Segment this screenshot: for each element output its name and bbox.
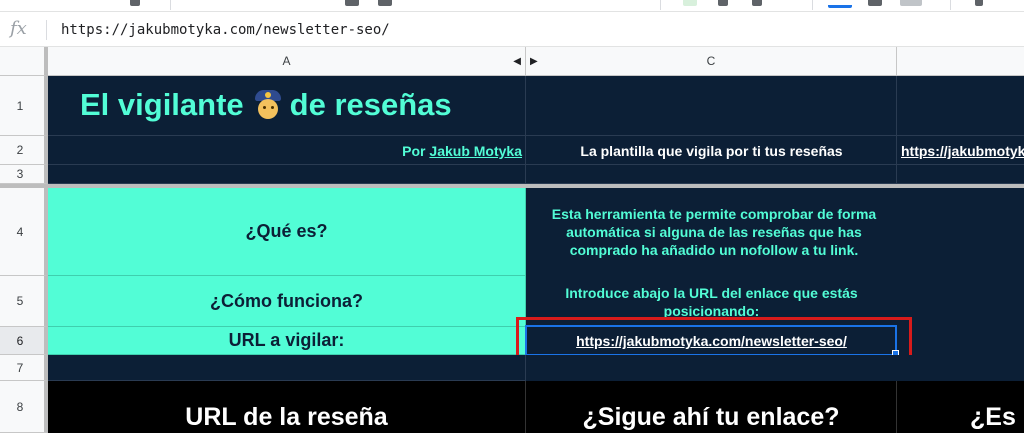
toolbar-icon[interactable] <box>752 0 762 6</box>
description-line: Introduce abajo la URL del enlace que es… <box>565 285 858 301</box>
row-header-1[interactable]: 1 <box>0 76 48 136</box>
column-header-d[interactable] <box>897 47 1024 76</box>
column-label-a: A <box>282 54 291 68</box>
toolbar-button-icon[interactable] <box>683 0 697 6</box>
row-header-3[interactable]: 3 <box>0 165 48 184</box>
toolbar <box>0 0 1024 12</box>
cell-c7[interactable] <box>526 355 897 381</box>
column-header-a[interactable]: A ◀ <box>48 47 526 76</box>
toolbar-icon[interactable] <box>868 0 882 6</box>
title-text-right: de reseñas <box>289 87 452 122</box>
toolbar-icon[interactable] <box>975 0 983 6</box>
sheet-title: El vigilante de reseñas <box>80 87 452 123</box>
undo-arrow-icon[interactable] <box>345 0 359 6</box>
cell-a4[interactable]: ¿Qué es? <box>48 188 526 276</box>
row-number: 3 <box>16 167 24 181</box>
cell-d6[interactable] <box>897 327 1024 355</box>
formula-input[interactable]: https://jakubmotyka.com/newsletter-seo/ <box>61 22 390 38</box>
police-officer-icon <box>252 90 284 120</box>
how-it-works-description: Introduce abajo la URL del enlace que es… <box>526 284 897 318</box>
row-number: 8 <box>16 399 24 414</box>
row2-link[interactable]: https://jakubmotyka.com/newsletter-seo/ <box>901 143 1024 159</box>
toolbar-icon[interactable] <box>718 0 728 6</box>
row-header-5[interactable]: 5 <box>0 276 48 327</box>
collapse-left-icon[interactable]: ◀ <box>513 47 521 76</box>
description-line: automática si alguna de las reseñas que … <box>566 224 862 240</box>
cell-d1[interactable] <box>897 76 1024 136</box>
row-number: 5 <box>16 294 24 308</box>
author-link[interactable]: Jakub Motyka <box>429 143 522 159</box>
row-number: 4 <box>16 224 24 239</box>
author-credit: Por Jakub Motyka <box>402 143 522 159</box>
row-header-8[interactable]: 8 <box>0 381 48 433</box>
description-line: Esta herramienta te permite comprobar de… <box>551 206 877 222</box>
url-to-watch-label: URL a vigilar: <box>228 330 345 350</box>
row2-link-clip: https://jakubmotyka.com/newsletter-seo/ <box>897 136 1024 165</box>
cell-c1[interactable] <box>526 76 897 136</box>
select-all-corner[interactable] <box>0 47 48 76</box>
title-text-left: El vigilante <box>80 87 244 122</box>
description-line: comprado ha añadido un nofollow a tu lin… <box>569 242 859 258</box>
what-is-label: ¿Qué es? <box>245 221 328 241</box>
cell-a5[interactable]: ¿Cómo funciona? <box>48 276 526 327</box>
link-still-there-header: ¿Sigue ahí tu enlace? <box>582 402 840 431</box>
redo-arrow-icon[interactable] <box>378 0 392 6</box>
borders-icon[interactable] <box>828 5 852 8</box>
author-prefix: Por <box>402 143 426 159</box>
row-header-7[interactable]: 7 <box>0 355 48 381</box>
row-number: 2 <box>16 143 24 157</box>
cell-d4[interactable] <box>897 188 1024 276</box>
description-line: posicionando: <box>663 303 760 318</box>
row-header-4[interactable]: 4 <box>0 188 48 276</box>
column-header-c[interactable]: ▶ C <box>526 47 897 76</box>
row-header-2[interactable]: 2 <box>0 136 48 165</box>
cell-c8[interactable]: ¿Sigue ahí tu enlace? <box>526 381 897 433</box>
cell-d3[interactable] <box>897 165 1024 184</box>
truncated-header: ¿Es <box>970 403 1016 431</box>
cell-a6[interactable]: URL a vigilar: <box>48 327 526 355</box>
toolbar-icon[interactable] <box>130 0 140 6</box>
row-number: 1 <box>16 98 24 113</box>
row-number: 6 <box>16 333 24 348</box>
cell-a3[interactable] <box>48 165 526 184</box>
tagline: La plantilla que vigila por ti tus reseñ… <box>580 142 843 159</box>
cell-d5[interactable] <box>897 276 1024 327</box>
row-number: 7 <box>16 360 24 375</box>
how-it-works-label: ¿Cómo funciona? <box>210 291 363 311</box>
cell-d7[interactable] <box>897 355 1024 381</box>
merge-cells-icon[interactable] <box>900 0 922 6</box>
cell-c3[interactable] <box>526 165 897 184</box>
fx-icon: fx <box>10 18 27 39</box>
formula-bar: fx https://jakubmotyka.com/newsletter-se… <box>0 12 1024 47</box>
review-url-header: URL de la reseña <box>185 402 388 431</box>
cell-a8[interactable]: URL de la reseña <box>48 381 526 433</box>
cell-d8[interactable]: ¿Es <box>897 381 1024 433</box>
expand-right-icon[interactable]: ▶ <box>530 47 538 76</box>
column-label-c: C <box>706 54 716 68</box>
formula-bar-divider <box>46 20 47 40</box>
cell-a7[interactable] <box>48 355 526 381</box>
row-header-6[interactable]: 6 <box>0 327 48 355</box>
tool-description: Esta herramienta te permite comprobar de… <box>526 205 902 259</box>
